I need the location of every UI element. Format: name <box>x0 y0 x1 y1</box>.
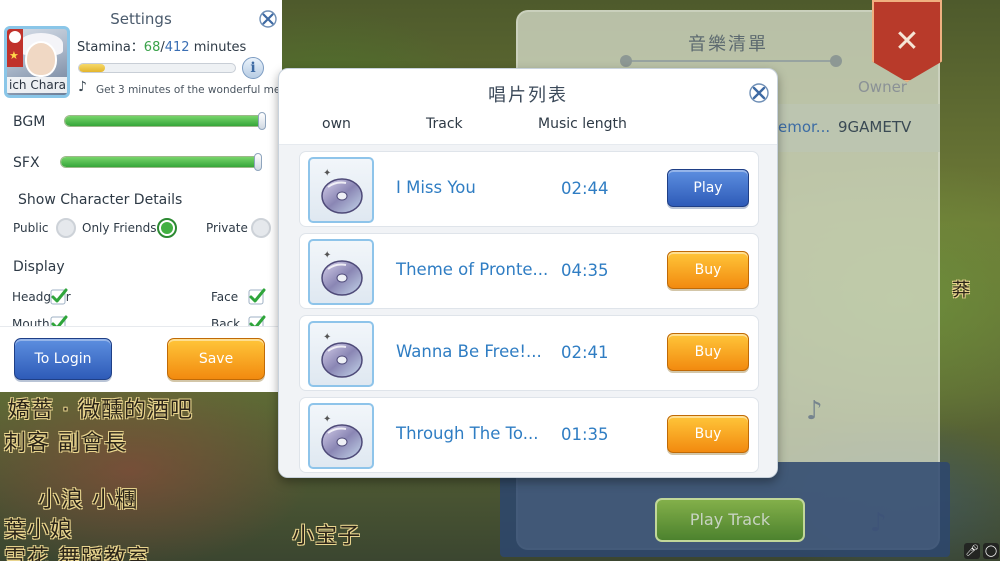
character-name: 莽 <box>952 280 971 301</box>
star-icon: ★ <box>9 49 19 62</box>
disc-icon <box>321 260 363 296</box>
column-header-music-length: Music length <box>538 116 627 132</box>
guild-badge-icon: ★ <box>7 29 23 67</box>
disc-thumbnail: ✦ <box>308 403 374 469</box>
sparkle-icon: ✦ <box>323 414 332 425</box>
play-track-button[interactable]: Play Track <box>655 498 805 542</box>
record-list-title: 唱片列表 <box>488 85 568 106</box>
sparkle-icon: ✦ <box>323 332 332 343</box>
headgear-checkbox[interactable] <box>50 287 68 305</box>
track-list[interactable]: ✦ I Miss You 02:44 Play ✦ Theme of Pront… <box>279 145 777 477</box>
track-length: 01:35 <box>561 425 609 444</box>
track-length: 04:35 <box>561 261 609 280</box>
sfx-slider[interactable] <box>60 156 262 168</box>
close-icon[interactable] <box>749 83 769 103</box>
melody-tip-text: Get 3 minutes of the wonderful melody <box>96 84 282 96</box>
privacy-private-radio[interactable] <box>251 218 271 238</box>
save-button[interactable]: Save <box>167 338 265 380</box>
track-name: Theme of Pronte... <box>396 260 549 279</box>
privacy-option-label: Only Friends <box>82 221 157 235</box>
bgm-slider-fill <box>65 116 265 126</box>
track-row[interactable]: ✦ Through The To... 01:35 Buy <box>299 397 759 473</box>
column-header-own: own <box>322 116 351 132</box>
buy-button[interactable]: Buy <box>667 251 749 289</box>
microphone-icon[interactable]: 🎤︎ <box>964 543 980 559</box>
voice-ring-icon[interactable]: ◯ <box>983 543 999 559</box>
privacy-option-label: Public <box>13 221 49 235</box>
sfx-slider-handle[interactable] <box>254 153 262 171</box>
sfx-label: SFX <box>13 155 40 171</box>
stamina-current: 68 <box>143 40 161 55</box>
owner-column-header: Owner <box>858 78 907 96</box>
music-note-icon: ♪ <box>870 508 887 538</box>
track-row[interactable]: ✦ Theme of Pronte... 04:35 Buy <box>299 233 759 309</box>
privacy-only-friends-radio[interactable] <box>157 218 177 238</box>
buy-button[interactable]: Buy <box>667 415 749 453</box>
tab-indicator-dot <box>830 55 842 67</box>
music-list-close-button[interactable]: ✕ <box>872 0 942 82</box>
character-name: 刺客 副會長 <box>4 431 127 456</box>
track-name: Wanna Be Free!... <box>396 342 542 361</box>
avatar[interactable]: ★ ich Chara <box>4 26 70 98</box>
track-length: 02:41 <box>561 343 609 362</box>
display-option-label: Face <box>211 290 239 304</box>
disc-thumbnail: ✦ <box>308 157 374 223</box>
privacy-option-label: Private <box>206 221 248 235</box>
tab-indicator-line <box>626 60 836 62</box>
stamina-readout: Stamina：68/412 minutes <box>77 36 246 55</box>
sparkle-icon: ✦ <box>323 168 332 179</box>
music-list-row-track: emor... <box>778 118 831 136</box>
stamina-unit: minutes <box>189 40 247 55</box>
face-checkbox[interactable] <box>248 287 266 305</box>
stamina-progress-fill <box>79 64 105 72</box>
record-list-modal: 唱片列表 own Track Music length ✦ I Miss You… <box>278 68 778 478</box>
character-name: 小宝子 <box>292 524 362 549</box>
stamina-total: 412 <box>164 40 190 55</box>
show-details-label: Show Character Details <box>18 192 183 208</box>
display-label: Display <box>13 259 65 275</box>
avatar-label: ich Chara <box>7 77 67 93</box>
record-list-header <box>279 109 777 145</box>
character-name: 雪花 舞蹈教室 <box>4 546 150 561</box>
settings-panel: Settings ★ ich Chara Stamina：68/412 minu… <box>0 0 282 392</box>
avatar-face <box>25 41 57 77</box>
track-name: I Miss You <box>396 178 476 197</box>
column-header-track: Track <box>426 116 463 132</box>
bgm-label: BGM <box>13 114 46 130</box>
track-length: 02:44 <box>561 179 609 198</box>
disc-icon <box>321 342 363 378</box>
disc-icon <box>321 178 363 214</box>
close-icon: ✕ <box>894 24 920 59</box>
info-icon[interactable]: i <box>242 57 264 79</box>
sparkle-icon: ✦ <box>323 250 332 261</box>
bgm-slider[interactable] <box>64 115 266 127</box>
buy-button[interactable]: Buy <box>667 333 749 371</box>
character-name: 嬌薔 · 微醺的酒吧 <box>8 398 193 423</box>
track-name: Through The To... <box>396 424 539 443</box>
track-row[interactable]: ✦ Wanna Be Free!... 02:41 Buy <box>299 315 759 391</box>
track-row[interactable]: ✦ I Miss You 02:44 Play <box>299 151 759 227</box>
disc-thumbnail: ✦ <box>308 239 374 305</box>
tab-indicator-dot <box>620 55 632 67</box>
music-list-row-owner: 9GAMETV <box>838 118 912 136</box>
disc-icon <box>321 424 363 460</box>
play-button[interactable]: Play <box>667 169 749 207</box>
stamina-progress-bar <box>78 63 236 73</box>
stamina-prefix: Stamina： <box>77 40 144 55</box>
music-note-icon: ♪ <box>806 396 823 426</box>
badge-emblem-icon <box>9 31 21 43</box>
sfx-slider-fill <box>61 157 261 167</box>
disc-thumbnail: ✦ <box>308 321 374 387</box>
bgm-slider-handle[interactable] <box>258 112 266 130</box>
close-icon[interactable] <box>259 10 277 28</box>
character-name: 小浪 小糰 <box>38 488 138 513</box>
to-login-button[interactable]: To Login <box>14 338 112 380</box>
privacy-public-radio[interactable] <box>56 218 76 238</box>
music-note-icon: ♪ <box>78 79 87 95</box>
